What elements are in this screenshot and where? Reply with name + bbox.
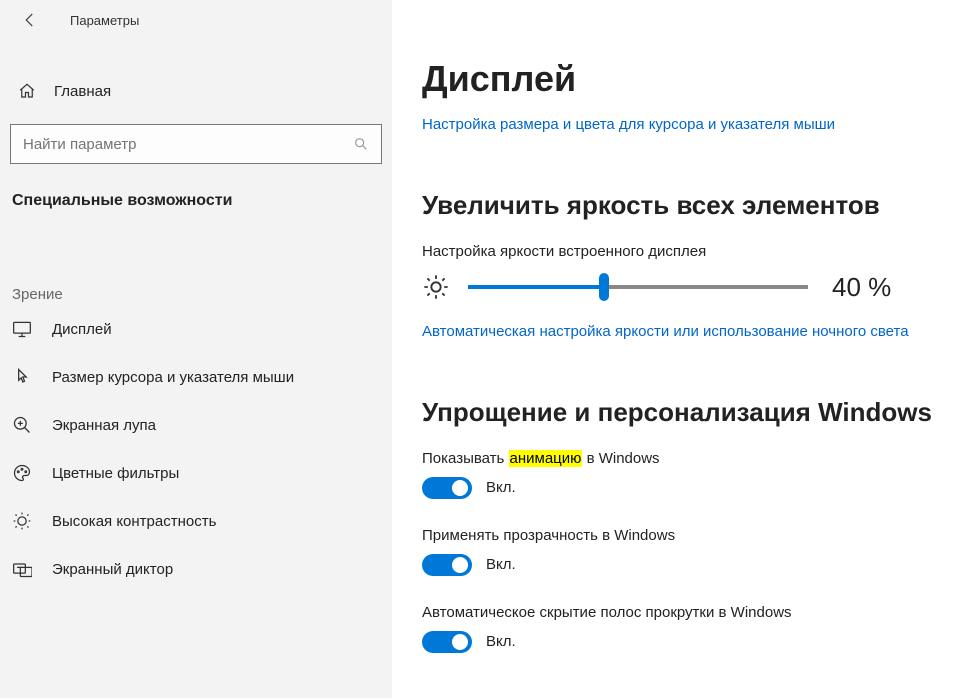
app-title: Параметры (70, 13, 139, 28)
cursor-settings-link[interactable]: Настройка размера и цвета для курсора и … (422, 114, 940, 136)
home-label: Главная (54, 83, 111, 100)
home-icon (18, 82, 36, 100)
back-button[interactable] (18, 8, 42, 32)
magnifier-plus-icon (12, 415, 32, 435)
night-light-link[interactable]: Автоматическая настройка яркости или исп… (422, 321, 940, 343)
sidebar-item-label: Высокая контрастность (52, 513, 216, 530)
sidebar-item-label: Цветные фильтры (52, 465, 179, 482)
group-label: Зрение (0, 220, 392, 305)
search-container (10, 124, 382, 164)
animations-toggle[interactable] (422, 477, 472, 499)
scrollbars-toggle-row: Вкл. (422, 631, 940, 653)
scrollbars-toggle[interactable] (422, 631, 472, 653)
sidebar: Параметры Главная Специальные возможност… (0, 0, 392, 698)
search-icon (353, 136, 369, 152)
sun-icon (422, 273, 450, 301)
animations-label-pre: Показывать (422, 450, 509, 467)
narrator-icon (12, 559, 32, 579)
brightness-percent: 40 % (832, 272, 891, 303)
sidebar-item-display[interactable]: Дисплей (0, 305, 392, 353)
transparency-toggle[interactable] (422, 554, 472, 576)
brightness-control: 40 % (422, 272, 940, 303)
home-button[interactable]: Главная (0, 70, 392, 112)
transparency-toggle-row: Вкл. (422, 554, 940, 576)
slider-fill (468, 285, 604, 289)
brightness-label: Настройка яркости встроенного дисплея (422, 243, 940, 260)
sidebar-item-high-contrast[interactable]: Высокая контрастность (0, 497, 392, 545)
sidebar-item-label: Размер курсора и указателя мыши (52, 369, 294, 386)
animations-state: Вкл. (486, 479, 516, 496)
main-content: Дисплей Настройка размера и цвета для ку… (392, 0, 960, 698)
monitor-icon (12, 319, 32, 339)
cursor-pointer-icon (12, 367, 32, 387)
animations-label-post: в Windows (582, 450, 659, 467)
sidebar-item-label: Экранная лупа (52, 417, 156, 434)
sidebar-item-cursor[interactable]: Размер курсора и указателя мыши (0, 353, 392, 401)
palette-icon (12, 463, 32, 483)
contrast-icon (12, 511, 32, 531)
transparency-label: Применять прозрачность в Windows (422, 527, 940, 544)
sidebar-item-label: Экранный диктор (52, 561, 173, 578)
brightness-section-title: Увеличить яркость всех элементов (422, 190, 940, 221)
sidebar-item-color-filters[interactable]: Цветные фильтры (0, 449, 392, 497)
slider-thumb[interactable] (599, 273, 609, 301)
sidebar-item-narrator[interactable]: Экранный диктор (0, 545, 392, 593)
search-box[interactable] (10, 124, 382, 164)
page-title: Дисплей (422, 58, 940, 100)
animations-toggle-row: Вкл. (422, 477, 940, 499)
sidebar-item-label: Дисплей (52, 321, 112, 338)
scrollbars-state: Вкл. (486, 633, 516, 650)
transparency-state: Вкл. (486, 556, 516, 573)
title-bar: Параметры (0, 0, 392, 40)
scrollbars-label: Автоматическое скрытие полос прокрутки в… (422, 604, 940, 621)
animations-label-highlight: анимацию (509, 450, 583, 467)
search-input[interactable] (23, 136, 353, 153)
animations-label: Показывать анимацию в Windows (422, 450, 940, 467)
brightness-slider[interactable] (468, 285, 808, 289)
sidebar-item-magnifier[interactable]: Экранная лупа (0, 401, 392, 449)
simplify-section-title: Упрощение и персонализация Windows (422, 397, 940, 428)
category-title: Специальные возможности (0, 192, 392, 220)
